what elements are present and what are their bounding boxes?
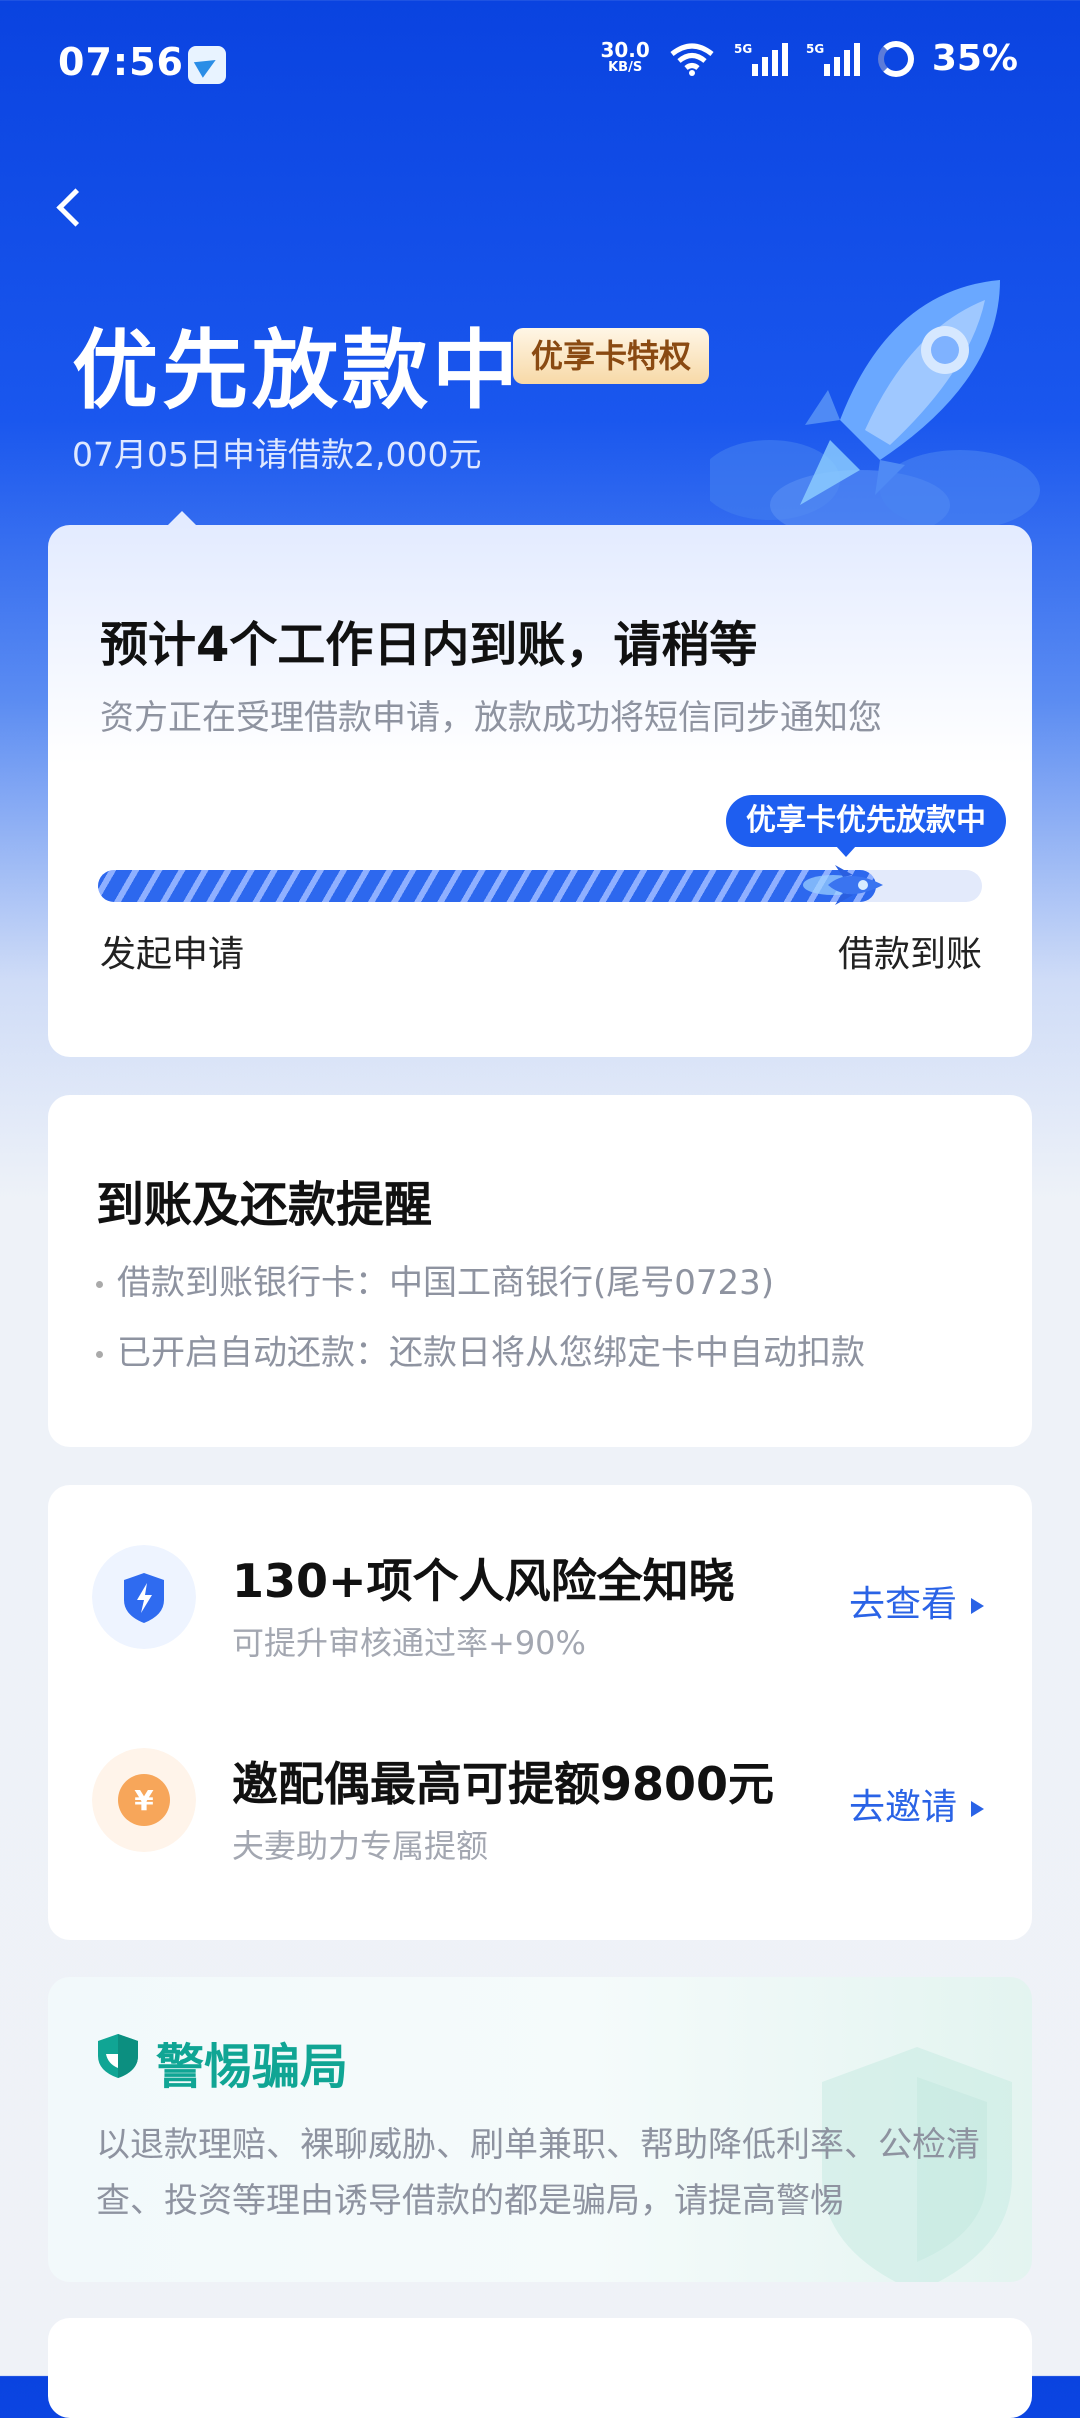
rocket-illustration [710,280,1040,530]
signal-icon-1: 5G [734,42,788,76]
reminder-item: 借款到账银行卡：中国工商银行(尾号0723) [96,1255,774,1304]
progress-fill [98,870,876,902]
progress-card: 预计4个工作日内到账，请稍等 资方正在受理借款申请，放款成功将短信同步通知您 优… [48,511,1032,1057]
reminder-item: 已开启自动还款：还款日将从您绑定卡中自动扣款 [96,1325,865,1374]
progress-rocket-icon [803,865,883,905]
signal-2-label: 5G [806,42,824,56]
net-speed: 30.0 KB/S [600,37,650,77]
reminder-item-text: 已开启自动还款：还款日将从您绑定卡中自动扣款 [117,1333,865,1373]
promo-invite-row[interactable]: ¥ 邀配偶最高可提额9800元 夫妻助力专属提额 去邀请 [48,1723,1032,1873]
promo-card: 130+项个人风险全知晓 可提升审核通过率+90% 去查看 ¥ 邀配偶最高可提额… [48,1485,1032,1940]
eta-title: 预计4个工作日内到账，请稍等 [100,617,758,673]
status-time: 07:56 [58,40,184,84]
signal-icon-2: 5G [806,42,860,76]
status-icons: 30.0 KB/S 5G 5G 35% [600,38,1018,79]
progress-start-label: 发起申请 [100,934,245,975]
warning-title: 警惕骗局 [156,2039,349,2095]
battery-icon [877,40,914,77]
telegram-icon [188,46,226,84]
invite-spouse-link[interactable]: 去邀请 [849,1778,984,1830]
page-title: 优先放款中 [72,321,522,421]
application-subtitle: 07月05日申请借款2,000元 [72,435,482,474]
promo-title: 邀配偶最高可提额9800元 [232,1757,775,1811]
svg-text:¥: ¥ [134,1784,154,1817]
progress-end-label: 借款到账 [837,934,982,975]
eta-description: 资方正在受理借款申请，放款成功将短信同步通知您 [100,698,882,738]
back-button[interactable] [44,180,104,240]
promo-title: 130+项个人风险全知晓 [232,1554,735,1608]
shield-icon [98,2034,138,2078]
shield-lightning-icon [92,1545,196,1649]
net-speed-value: 30.0 [600,37,650,62]
promo-risk-row[interactable]: 130+项个人风险全知晓 可提升审核通过率+90% 去查看 [48,1520,1032,1670]
reminder-item-text: 借款到账银行卡：中国工商银行(尾号0723) [117,1263,775,1303]
progress-bubble: 优享卡优先放款中 [726,795,1006,857]
bullet-dot [96,1281,103,1288]
reminder-title: 到账及还款提醒 [96,1177,433,1233]
bullet-dot [96,1351,103,1358]
view-risk-link[interactable]: 去查看 [849,1575,984,1627]
view-risk-link-label: 去查看 [848,1584,957,1625]
yuan-coin-icon: ¥ [92,1748,196,1852]
battery-percent: 35% [931,38,1018,79]
reminder-card: 到账及还款提醒 借款到账银行卡：中国工商银行(尾号0723) 已开启自动还款：还… [48,1095,1032,1447]
invite-spouse-link-label: 去邀请 [848,1787,957,1828]
signal-1-label: 5G [734,42,752,56]
triangle-right-icon [971,1801,984,1817]
promo-subtitle: 夫妻助力专属提额 [232,1827,489,1865]
promo-subtitle: 可提升审核通过率+90% [232,1624,586,1662]
fraud-warning-card: 警惕骗局 以退款理赔、裸聊威胁、刷单兼职、帮助降低利率、公检清查、投资等理由诱导… [48,1977,1032,2282]
privilege-badge: 优享卡特权 [513,328,710,384]
triangle-right-icon [971,1598,984,1614]
next-card [48,2318,1032,2418]
card-notch [166,511,198,527]
warning-text: 以退款理赔、裸聊威胁、刷单兼职、帮助降低利率、公检清查、投资等理由诱导借款的都是… [96,2125,980,2221]
wifi-icon [670,43,714,76]
status-bar: 07:56 30.0 KB/S 5G 5G 35% [0,0,1080,130]
